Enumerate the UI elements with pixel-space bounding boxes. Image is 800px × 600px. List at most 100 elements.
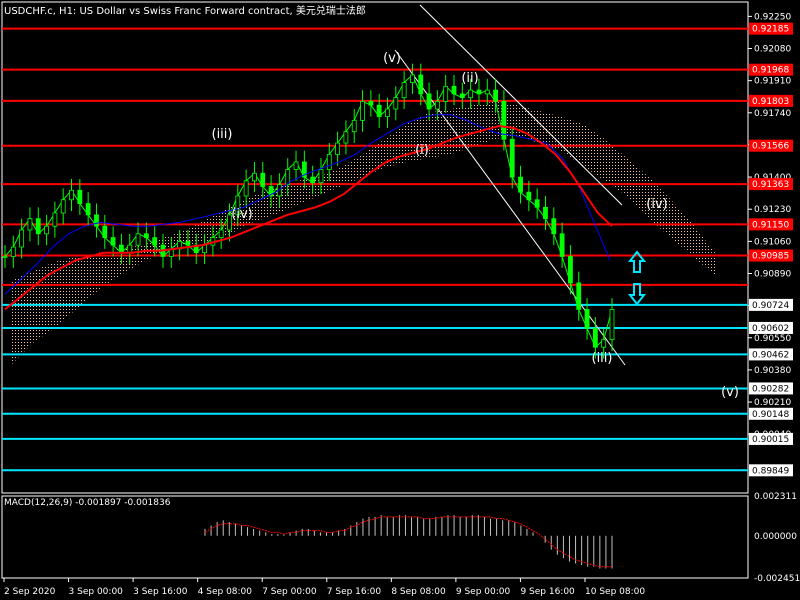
candle-body (185, 240, 191, 246)
candle-body (476, 89, 482, 95)
candle-body (385, 108, 390, 117)
candle-body (35, 218, 41, 235)
time-tick-label: 8 Sep 08:00 (391, 587, 446, 597)
red-level-label: 0.90985 (752, 252, 789, 262)
wave-label: (i) (415, 143, 429, 158)
candle-body (418, 74, 424, 95)
candle-body (19, 229, 25, 248)
wave-label: (ii) (461, 71, 478, 86)
time-tick-label: 7 Sep 00:00 (262, 587, 317, 597)
candle-body (368, 101, 374, 106)
candle-body (2, 256, 8, 258)
cyan-level-label: 0.90015 (752, 435, 789, 445)
price-tick-label: 0.91060 (754, 237, 791, 247)
candle-body (102, 225, 108, 238)
time-tick-label: 7 Sep 16:00 (327, 587, 382, 597)
candle-body (509, 138, 515, 178)
candle-body (85, 203, 91, 216)
candle-body (493, 89, 498, 102)
down-arrow-icon (627, 283, 647, 306)
candle-body (127, 244, 133, 254)
cyan-level-label: 0.89849 (752, 466, 789, 476)
candle-body (360, 101, 365, 121)
macd-tick-label: 0.002311 (754, 492, 797, 502)
candle-body (468, 89, 474, 99)
time-tick-label: 3 Sep 16:00 (133, 587, 188, 597)
candle-body (426, 93, 432, 110)
price-chart[interactable]: 0.922500.920800.919100.917400.915700.914… (0, 0, 800, 600)
cyan-level-label: 0.90462 (752, 350, 789, 360)
candle-body (243, 180, 249, 197)
candle-body (110, 237, 116, 246)
red-level-label: 0.91803 (752, 97, 789, 107)
candle-body (518, 176, 523, 193)
wave-label: (iii) (212, 127, 233, 142)
candle-body (459, 93, 465, 99)
candle-body (252, 172, 257, 182)
candle-body (69, 189, 74, 201)
cyan-level-label: 0.90724 (752, 301, 789, 311)
wave-label: (iii) (592, 351, 613, 366)
candle-body (152, 237, 158, 246)
candle-body (434, 101, 440, 110)
red-level-label: 0.92185 (752, 25, 789, 35)
candle-body (94, 214, 99, 227)
time-tick-label: 10 Sep 08:00 (585, 587, 645, 597)
candle-body (401, 82, 407, 99)
wave-label: (v) (721, 385, 739, 400)
price-tick-label: 0.90380 (754, 366, 791, 376)
candle-body (393, 97, 399, 110)
candle-body (351, 119, 357, 133)
chart-title: USDCHF.c, H1: US Dollar vs Swiss Franc F… (4, 6, 366, 17)
candle-body (260, 172, 266, 187)
price-tick-label: 0.90550 (754, 334, 791, 344)
candle-body (609, 309, 615, 341)
candle-body (592, 327, 598, 348)
red-level-label: 0.91363 (752, 180, 789, 190)
price-tick-label: 0.91740 (754, 109, 791, 119)
candle-body (443, 85, 449, 102)
time-tick-label: 3 Sep 00:00 (69, 587, 124, 597)
time-tick-label: 2 Sep 2020 (4, 587, 56, 597)
price-tick-label: 0.91910 (754, 77, 791, 87)
wave-label: (iv) (231, 207, 252, 222)
candle-body (576, 282, 582, 310)
candle-body (376, 104, 382, 117)
candle-body (52, 212, 58, 227)
price-tick-label: 0.90210 (754, 398, 791, 408)
candle-body (218, 229, 224, 238)
macd-tick-label: -0.002451 (754, 574, 800, 584)
cyan-level-label: 0.90602 (752, 324, 789, 334)
candle-body (451, 85, 457, 95)
candle-body (326, 153, 332, 170)
candle-body (601, 339, 607, 348)
candle-body (202, 244, 207, 254)
cyan-level-label: 0.90148 (752, 410, 789, 420)
candle-body (77, 189, 83, 204)
candle-body (551, 218, 557, 235)
candle-body (135, 233, 141, 246)
price-tick-label: 0.90890 (754, 269, 791, 279)
time-tick-label: 4 Sep 08:00 (198, 587, 253, 597)
candle-body (568, 256, 573, 284)
main-pane-frame (1, 1, 749, 494)
macd-tick-label: 0.000000 (754, 532, 797, 542)
red-level-label: 0.91968 (752, 66, 789, 76)
time-tick-label: 9 Sep 16:00 (520, 587, 575, 597)
candle-body (310, 176, 316, 184)
candle-body (410, 74, 415, 83)
candle-body (484, 89, 490, 95)
macd-label: MACD(12,26,9) -0.001897 -0.001836 (4, 498, 171, 508)
red-level-label: 0.91150 (752, 220, 789, 230)
price-tick-label: 0.91230 (754, 205, 791, 215)
candle-body (543, 206, 548, 220)
candle-body (44, 225, 49, 235)
candle-body (534, 199, 540, 208)
candle-body (584, 309, 590, 329)
candle-body (60, 199, 66, 214)
candle-body (143, 233, 149, 238)
price-tick-label: 0.92080 (754, 45, 791, 55)
red-level-label: 0.91566 (752, 142, 789, 152)
candle-body (10, 246, 16, 257)
candle-body (526, 191, 532, 201)
